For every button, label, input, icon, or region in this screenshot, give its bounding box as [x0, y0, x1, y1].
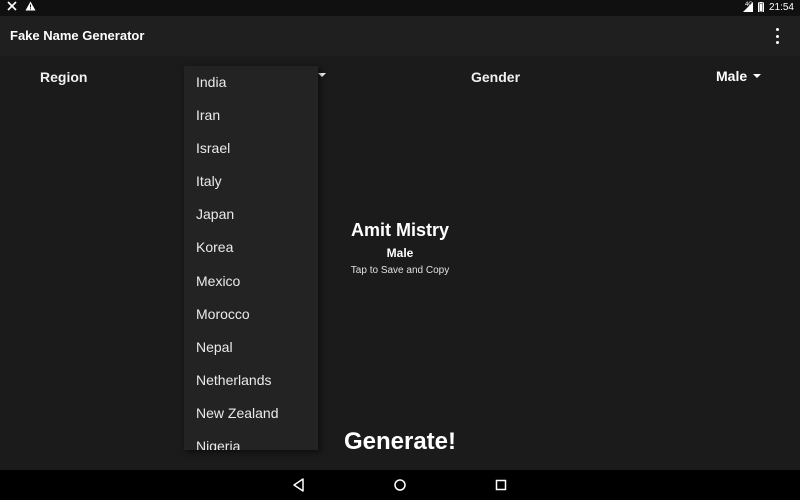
region-option[interactable]: Mexico — [184, 265, 318, 298]
network-type-label: 4G — [744, 2, 753, 8]
gender-label: Gender — [471, 69, 521, 85]
gender-selected-value: Male — [716, 68, 748, 84]
overflow-menu-icon[interactable] — [772, 27, 782, 45]
status-time: 21:54 — [768, 2, 794, 13]
region-option[interactable]: Israel — [184, 132, 318, 165]
region-option[interactable]: Morocco — [184, 298, 318, 331]
generated-name-card[interactable]: Amit Mistry Male Tap to Save and Copy — [300, 220, 500, 276]
generated-gender: Male — [386, 246, 414, 260]
region-option[interactable]: Nigeria — [184, 430, 318, 450]
home-icon[interactable] — [392, 477, 408, 493]
generated-name: Amit Mistry — [350, 220, 449, 240]
region-option[interactable]: Korea — [184, 231, 318, 264]
region-option[interactable]: Nepal — [184, 331, 318, 364]
gender-dropdown-caret-icon — [753, 74, 762, 78]
gender-spinner[interactable]: Male — [716, 68, 762, 84]
region-dropdown-list[interactable]: India Iran Israel Italy Japan Korea Mexi… — [184, 66, 318, 450]
region-option[interactable]: Netherlands — [184, 364, 318, 397]
region-label: Region — [40, 69, 88, 85]
status-left-icons — [7, 1, 36, 14]
save-copy-hint: Tap to Save and Copy — [350, 265, 450, 276]
region-option[interactable]: Japan — [184, 198, 318, 231]
navigation-bar — [0, 470, 800, 500]
app-title: Fake Name Generator — [10, 28, 145, 43]
region-option[interactable]: India — [184, 66, 318, 99]
generate-button[interactable]: Generate! — [330, 422, 470, 462]
back-icon[interactable] — [291, 477, 307, 493]
app-bar: Fake Name Generator — [0, 16, 800, 56]
status-right-icons: 4G 21:54 — [742, 1, 794, 15]
main-content: Region Gender Male Amit Mistry Male Tap … — [0, 56, 800, 470]
region-option[interactable]: Iran — [184, 99, 318, 132]
region-option[interactable]: New Zealand — [184, 397, 318, 430]
recents-icon[interactable] — [493, 477, 509, 493]
region-option[interactable]: Italy — [184, 165, 318, 198]
tools-icon — [7, 1, 17, 14]
battery-icon — [757, 1, 764, 15]
warning-icon — [25, 1, 36, 14]
region-dropdown-caret-icon[interactable] — [318, 73, 326, 77]
status-bar: 4G 21:54 — [0, 0, 800, 16]
